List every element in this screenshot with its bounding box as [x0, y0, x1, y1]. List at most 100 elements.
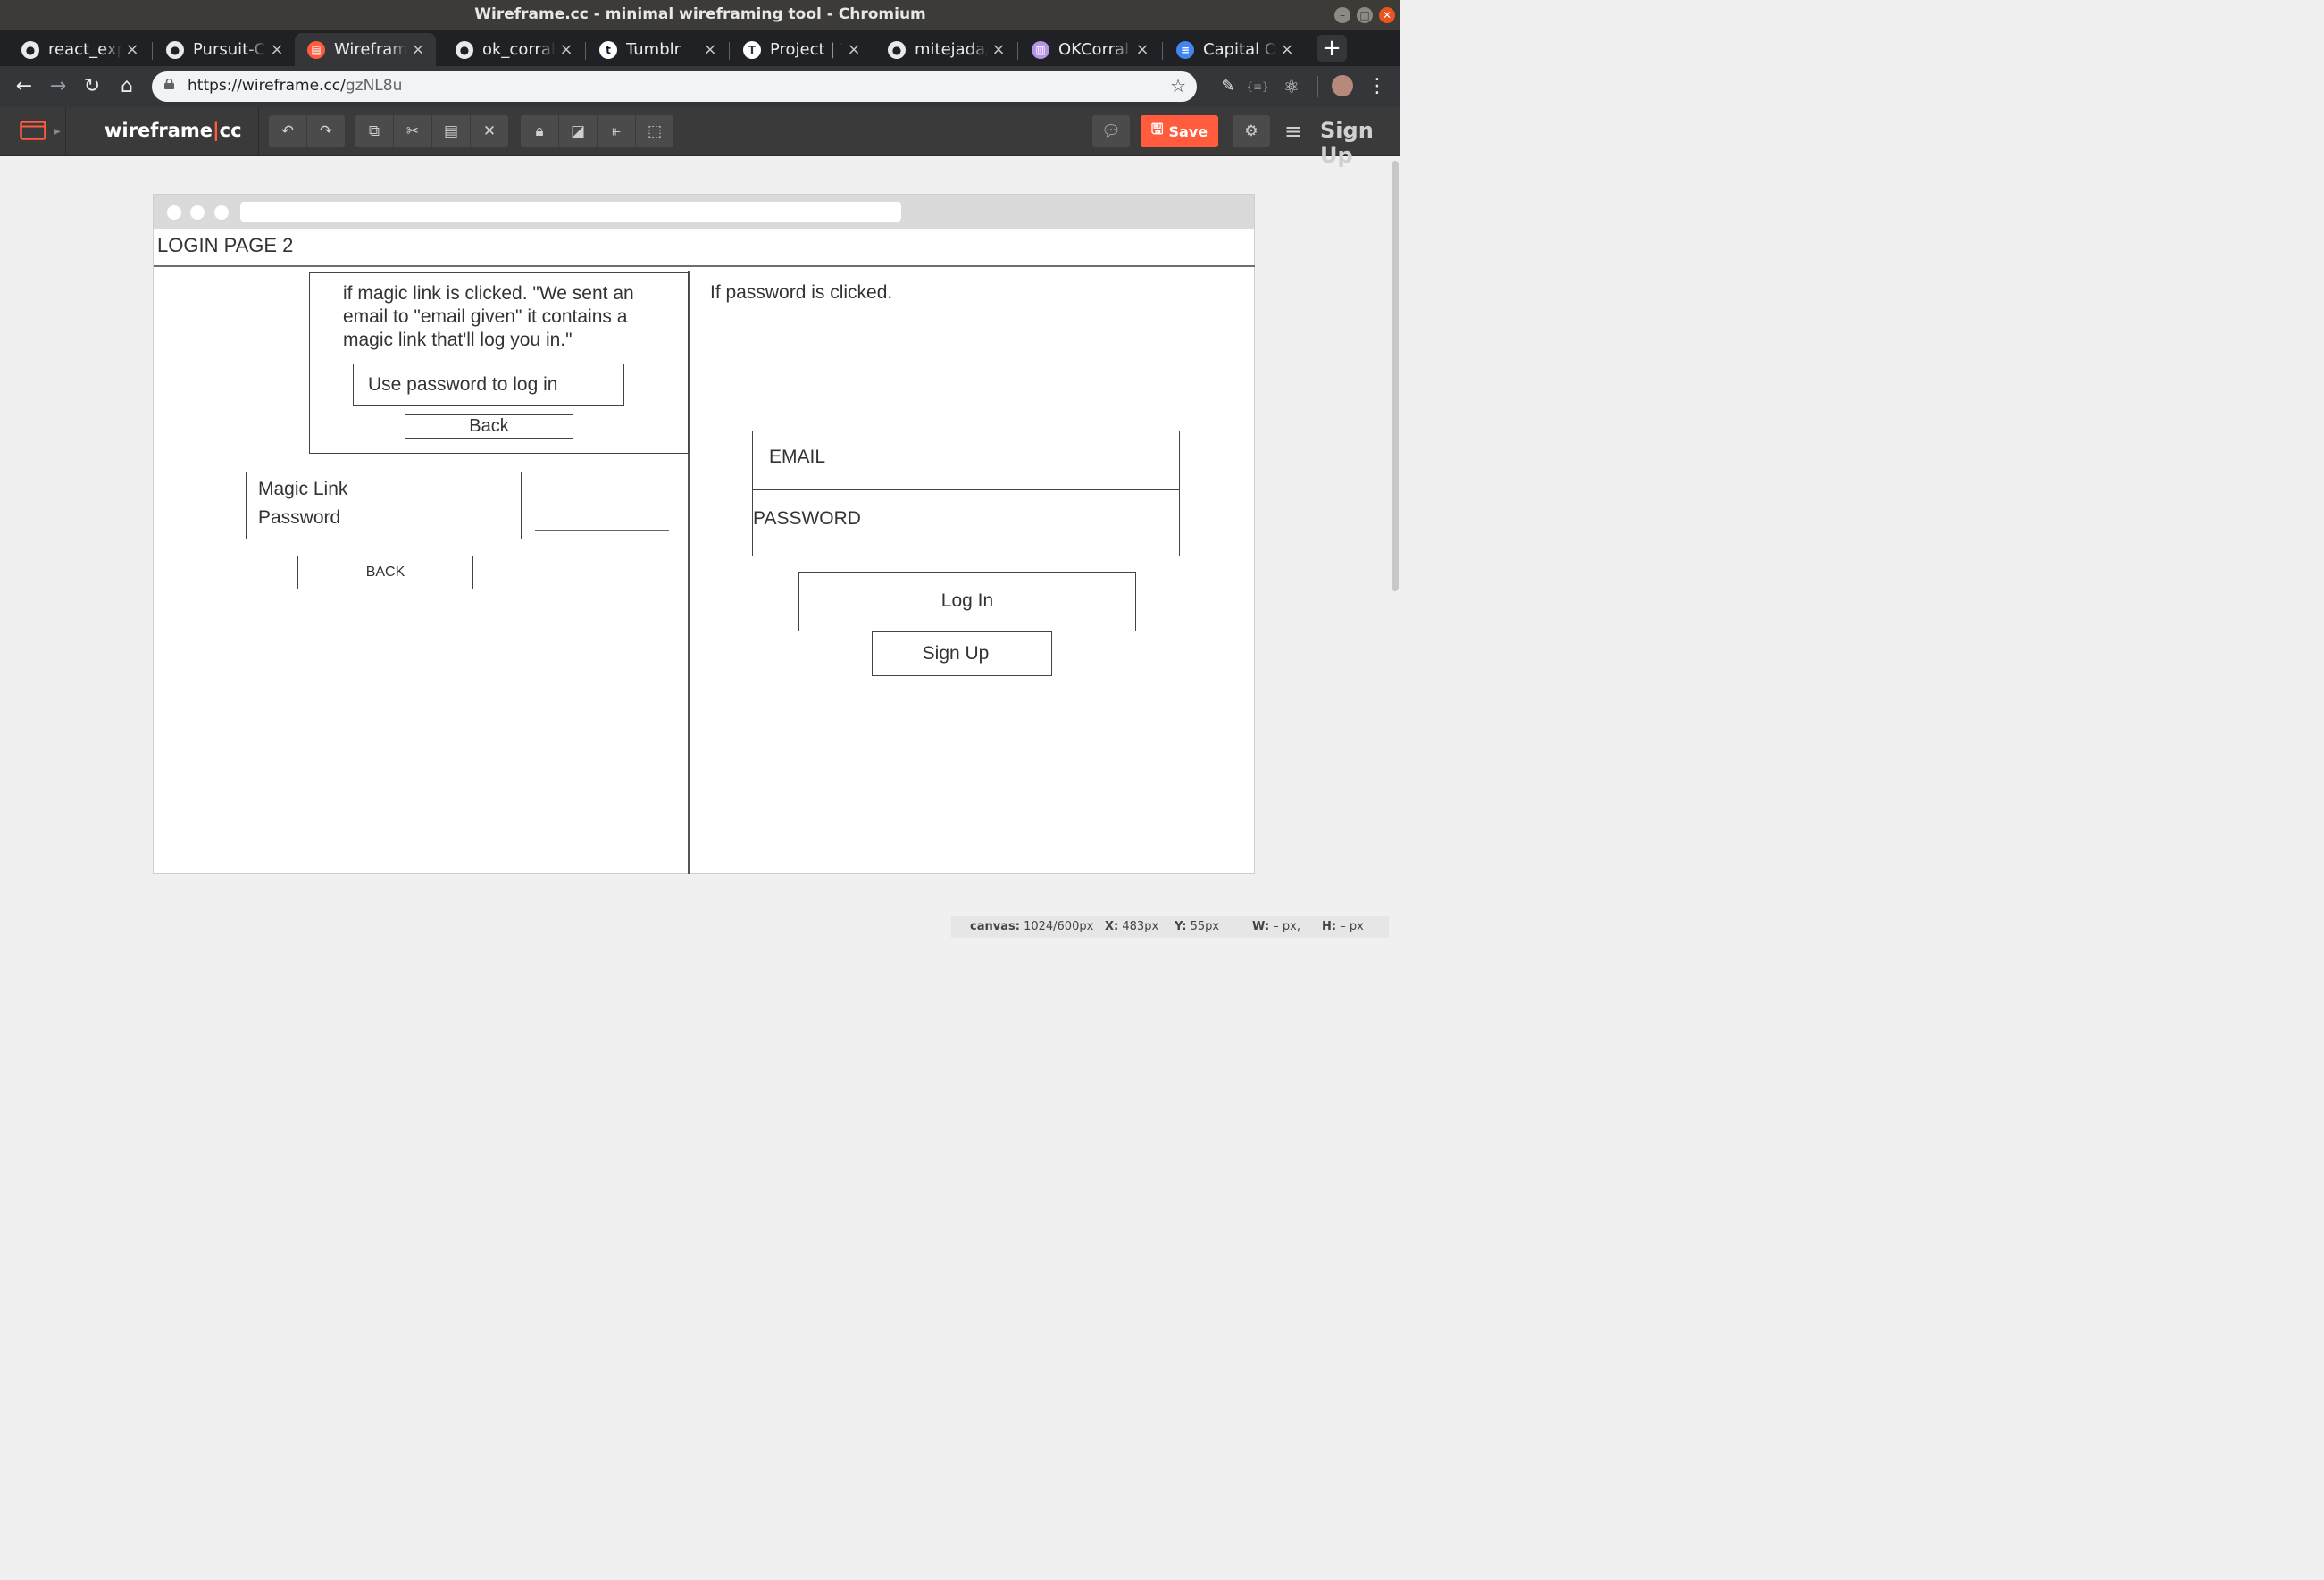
reload-icon[interactable]: ↻ [79, 74, 105, 99]
password-note[interactable]: If password is clicked. [710, 282, 892, 304]
cut-icon[interactable]: ✂ [393, 115, 431, 147]
tab-label: OKCorral | [1058, 40, 1132, 59]
option-magic-link[interactable]: Magic Link [246, 472, 522, 507]
signup-link[interactable]: Sign Up [1320, 118, 1400, 168]
lock-element-icon[interactable]: 🔒︎ [521, 115, 558, 147]
react-devtools-icon[interactable]: ⚛ [1278, 74, 1305, 99]
tab-close-icon[interactable]: × [988, 40, 1009, 59]
wireframe-url-bar [240, 202, 901, 222]
tab-label: mitejada/ [915, 40, 988, 59]
wireframe-logo[interactable]: wireframe|cc [104, 120, 242, 141]
app-toolbar: ▶ wireframe|cc ↶ ↷ ⧉ ✂ ▤ ✕ 🔒︎ ◪ ⫦ ⬚ 💬︎ 🖫… [0, 107, 1400, 168]
align-left-icon[interactable]: ⫦ [597, 115, 635, 147]
connector-line[interactable] [535, 530, 669, 531]
paste-icon[interactable]: ▤ [431, 115, 470, 147]
github-icon: ● [456, 40, 473, 59]
minimize-icon[interactable]: – [1334, 7, 1350, 23]
bookmark-star-icon[interactable]: ☆ [1170, 75, 1186, 96]
email-field[interactable]: EMAIL [752, 431, 1180, 490]
frame-dot-icon [190, 205, 205, 220]
profile-avatar[interactable] [1332, 75, 1353, 96]
tab-project-t[interactable]: T Project | T × [731, 33, 872, 66]
tab-label: ok_corral/ [482, 40, 556, 59]
magic-link-note[interactable]: if magic link is clicked. "We sent an em… [343, 282, 673, 352]
x-coordinate-readout: X: 483px [1105, 920, 1159, 933]
github-icon: ● [21, 40, 39, 59]
lock-icon [164, 79, 174, 89]
new-tab-button[interactable]: + [1317, 35, 1347, 62]
address-bar[interactable]: https://wireframe.cc/gzNL8u ☆ [152, 71, 1197, 102]
tab-mitejada[interactable]: ● mitejada/× [875, 33, 1016, 66]
pen-extension-icon[interactable]: ✎ [1215, 74, 1241, 99]
tab-close-icon[interactable]: × [121, 40, 143, 59]
scrollbar-thumb[interactable] [1392, 161, 1399, 591]
window-title: Wireframe.cc - minimal wireframing tool … [474, 5, 926, 23]
tab-tumblr[interactable]: t Tumblr × [587, 33, 728, 66]
copy-icon[interactable]: ⧉ [355, 115, 393, 147]
trello-icon: ▥ [1032, 40, 1049, 59]
github-icon: ● [166, 40, 184, 59]
caret-right-icon[interactable]: ▶ [54, 127, 61, 137]
hamburger-menu-icon[interactable]: ≡ [1284, 119, 1302, 144]
page-frame-icon[interactable] [20, 121, 46, 140]
tab-close-icon[interactable]: × [843, 40, 865, 59]
tab-close-icon[interactable]: × [699, 40, 721, 59]
tab-react-exp[interactable]: ● react_exp × [9, 33, 150, 66]
tab-ok-corral[interactable]: ● ok_corral/× [443, 33, 584, 66]
close-window-icon[interactable]: ✕ [1379, 7, 1395, 23]
comment-icon[interactable]: 💬︎ [1092, 115, 1130, 147]
home-icon[interactable]: ⌂ [113, 74, 140, 99]
canvas-size-readout: canvas: 1024/600px [970, 920, 1094, 933]
toolbar-divider [258, 107, 259, 156]
tab-wireframe[interactable]: ▤ Wireframe× [295, 33, 436, 66]
tab-separator [1162, 42, 1163, 60]
tab-separator [152, 42, 153, 60]
json-extension-icon[interactable]: {≡} [1244, 74, 1271, 99]
tab-close-icon[interactable]: × [407, 40, 429, 59]
toolbar-separator [1317, 76, 1318, 97]
maximize-icon[interactable]: □ [1357, 7, 1373, 23]
tab-close-icon[interactable]: × [556, 40, 577, 59]
tab-label: Pursuit-Co [193, 40, 266, 59]
browser-toolbar: ← → ↻ ⌂ https://wireframe.cc/gzNL8u ☆ ✎ … [0, 66, 1400, 107]
undo-icon[interactable]: ↶ [269, 115, 306, 147]
tab-close-icon[interactable]: × [1132, 40, 1153, 59]
width-readout: W: – px, [1252, 920, 1300, 933]
tab-okcorral[interactable]: ▥ OKCorral | × [1019, 33, 1160, 66]
signup-button[interactable]: Sign Up [872, 631, 1052, 676]
login-button[interactable]: Log In [798, 572, 1136, 631]
tab-close-icon[interactable]: × [1276, 40, 1298, 59]
back-icon[interactable]: ← [11, 74, 38, 99]
tab-separator [729, 42, 730, 60]
tab-label: Capital On [1203, 40, 1276, 59]
tab-pursuit-co[interactable]: ● Pursuit-Co× [154, 33, 295, 66]
tab-close-icon[interactable]: × [266, 40, 288, 59]
tab-label: react_exp [48, 40, 121, 59]
frame-dot-icon [167, 205, 181, 220]
save-button[interactable]: 🖫 Save [1141, 115, 1218, 147]
redo-icon[interactable]: ↷ [306, 115, 345, 147]
menu-kebab-icon[interactable]: ⋮ [1364, 74, 1391, 99]
password-field[interactable]: PASSWORD [752, 489, 1180, 556]
forward-icon[interactable]: → [45, 74, 71, 99]
tumblr-icon: t [599, 40, 617, 59]
google-docs-icon: ≡ [1176, 40, 1194, 59]
option-password[interactable]: Password [246, 506, 522, 539]
delete-icon[interactable]: ✕ [470, 115, 508, 147]
arrange-icon[interactable]: ◪ [558, 115, 597, 147]
github-icon: ● [888, 40, 906, 59]
back-button-caps[interactable]: BACK [297, 556, 473, 589]
tab-label: Wireframe [334, 40, 407, 59]
header-divider-line[interactable] [154, 265, 1255, 267]
group-icon[interactable]: ⬚ [635, 115, 673, 147]
tab-label: Project | T [770, 40, 843, 59]
use-password-button[interactable]: Use password to log in [353, 364, 624, 406]
frame-dot-icon [214, 205, 229, 220]
tab-capital-on[interactable]: ≡ Capital On× [1164, 33, 1305, 66]
os-titlebar: Wireframe.cc - minimal wireframing tool … [0, 0, 1400, 30]
page-title[interactable]: LOGIN PAGE 2 [157, 234, 293, 257]
y-coordinate-readout: Y: 55px [1175, 920, 1220, 933]
settings-gears-icon[interactable]: ⚙ [1233, 115, 1270, 147]
back-button-small[interactable]: Back [405, 414, 573, 439]
toolbar-divider [65, 107, 66, 156]
